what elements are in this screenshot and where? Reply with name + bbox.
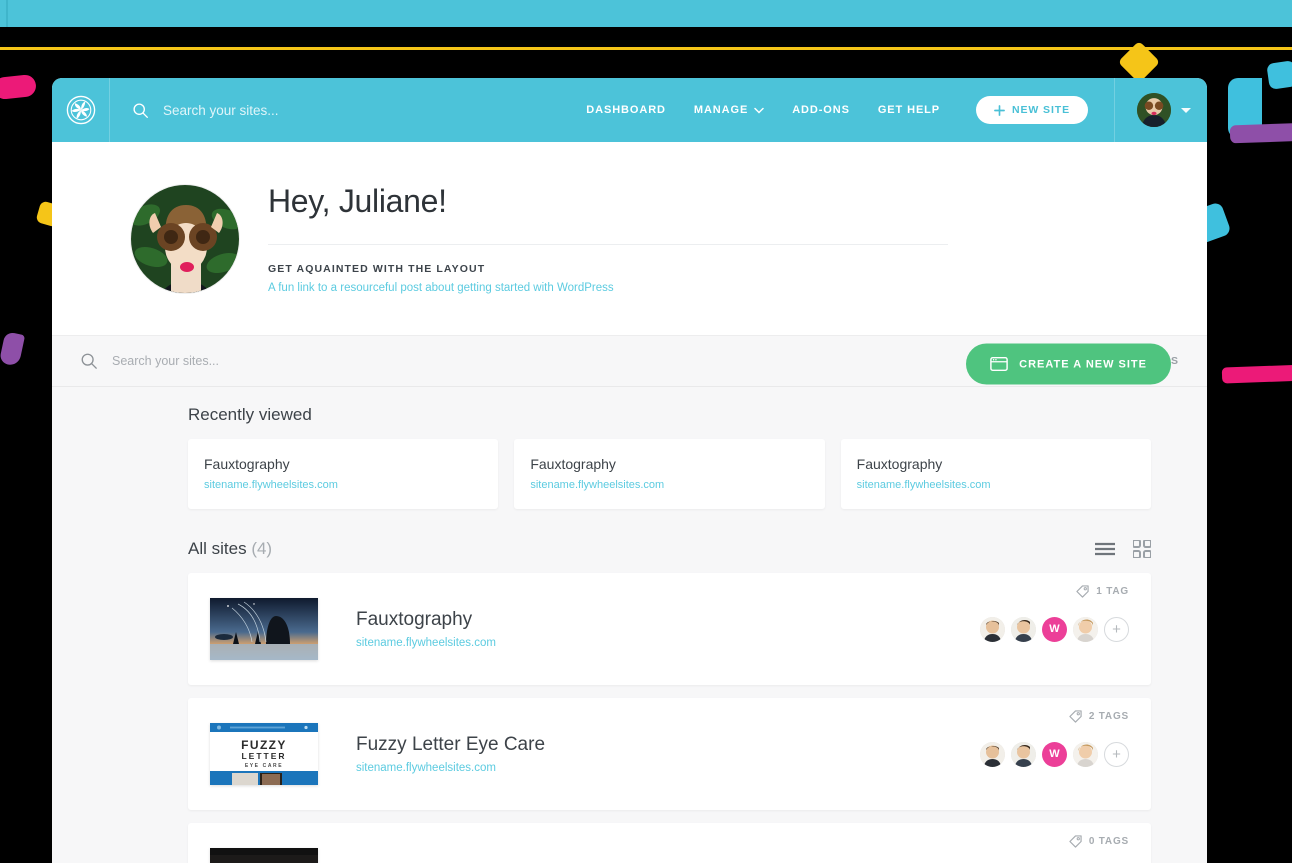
tag-count: 2 TAGS	[1088, 711, 1129, 722]
greeting-kicker: GET AQUAINTED WITH THE LAYOUT	[268, 263, 486, 275]
profile-avatar	[130, 183, 240, 294]
new-site-button[interactable]: NEW SITE	[976, 96, 1088, 124]
avatar-initial[interactable]: W	[1042, 741, 1067, 767]
tag-icon	[1069, 710, 1082, 723]
site-name: Fauxtography	[856, 456, 943, 472]
table-row[interactable]: Wine 0 TAGS	[188, 823, 1151, 863]
all-sites-header: All sites (4)	[188, 539, 1151, 559]
svg-text:FUZZY: FUZZY	[241, 738, 287, 752]
header-search[interactable]	[110, 102, 586, 119]
all-sites-label: All sites	[188, 539, 247, 558]
decor-purple-bar	[1229, 122, 1292, 144]
site-thumbnail: FUZZY LETTER EYE CARE	[210, 723, 318, 785]
greeting-section: Hey, Juliane! GET AQUAINTED WITH THE LAY…	[52, 142, 1207, 385]
plus-icon	[994, 104, 1005, 116]
site-url: sitename.flywheelsites.com	[356, 637, 496, 649]
decor-pink-blob	[0, 73, 38, 101]
tag-icon	[1076, 585, 1089, 598]
site-url: sitename.flywheelsites.com	[530, 479, 665, 491]
user-menu[interactable]	[1114, 78, 1207, 142]
search-icon	[81, 353, 97, 369]
flywheel-logo-icon	[66, 95, 95, 125]
nav-item-dashboard[interactable]: DASHBOARD	[586, 104, 666, 116]
grid-view-icon[interactable]	[1133, 540, 1151, 558]
tag-icon	[1069, 835, 1082, 848]
site-url: sitename.flywheelsites.com	[856, 479, 991, 491]
sites-search-input[interactable]	[112, 354, 372, 368]
page-title: Hey, Juliane!	[268, 183, 447, 219]
status-badge[interactable]: 1 TAG	[1076, 585, 1129, 598]
site-name: Fauxtography	[356, 609, 473, 630]
decor-cyan-square-top-right	[1266, 60, 1292, 90]
site-name: Fauxtography	[204, 456, 290, 472]
screenshot-stage: DASHBOARD MANAGE ADD-ONS GET HELP	[0, 0, 1292, 863]
recently-viewed-title: Recently viewed	[188, 405, 312, 424]
site-url: sitename.flywheelsites.com	[356, 762, 496, 774]
header-nav: DASHBOARD MANAGE ADD-ONS GET HELP NEW SI…	[586, 96, 1100, 124]
site-thumbnail: Wine	[210, 848, 318, 863]
app-header: DASHBOARD MANAGE ADD-ONS GET HELP	[52, 78, 1207, 142]
list-item[interactable]: Fauxtography sitename.flywheelsites.com	[514, 439, 825, 509]
recently-viewed-list: Fauxtography sitename.flywheelsites.com …	[188, 439, 1151, 509]
nav-label: ADD-ONS	[792, 104, 850, 116]
avatar[interactable]	[1011, 616, 1036, 642]
site-info: Fauxtography sitename.flywheelsites.com	[356, 609, 980, 649]
list-item[interactable]: Fauxtography sitename.flywheelsites.com	[188, 439, 499, 509]
header-search-input[interactable]	[163, 102, 463, 118]
divider	[268, 244, 948, 245]
site-name: Fauxtography	[530, 456, 616, 472]
tag-count: 0 TAGS	[1088, 836, 1129, 847]
all-sites-count: (4)	[251, 539, 273, 558]
avatar[interactable]	[980, 616, 1005, 642]
nav-item-add-ons[interactable]: ADD-ONS	[792, 104, 850, 116]
avatar[interactable]	[980, 741, 1005, 767]
decor-yellow-rule	[0, 47, 1292, 50]
decor-pink-bar-right	[1221, 364, 1292, 384]
chevron-down-icon	[754, 107, 764, 114]
add-collaborator-button[interactable]: +	[1104, 616, 1129, 642]
table-row[interactable]: FUZZY LETTER EYE CARE Fuzzy Letter Eye C…	[188, 698, 1151, 810]
svg-text:LETTER: LETTER	[241, 751, 286, 761]
collaborator-avatars: W +	[980, 741, 1129, 767]
sites-search[interactable]	[80, 352, 1073, 370]
avatar[interactable]	[1011, 741, 1036, 767]
nav-label: GET HELP	[877, 104, 941, 116]
create-site-label: CREATE A NEW SITE	[1019, 358, 1147, 370]
tag-count: 1 TAG	[1096, 586, 1129, 597]
sites-content: Recently viewed Fauxtography sitename.fl…	[52, 387, 1207, 863]
view-toggles	[1095, 540, 1151, 558]
all-sites-title: All sites (4)	[188, 539, 272, 559]
decor-top-cyan-bar	[0, 0, 1292, 27]
status-badge[interactable]: 0 TAGS	[1069, 835, 1129, 848]
svg-text:EYE CARE: EYE CARE	[245, 763, 283, 769]
browser-window-icon	[990, 356, 1008, 372]
collaborator-avatars: W +	[980, 616, 1129, 642]
site-info: Fuzzy Letter Eye Care sitename.flywheels…	[356, 734, 980, 774]
list-view-icon[interactable]	[1095, 542, 1115, 556]
avatar[interactable]	[1073, 741, 1098, 767]
nav-item-manage[interactable]: MANAGE	[694, 104, 764, 116]
app-window: DASHBOARD MANAGE ADD-ONS GET HELP	[52, 78, 1207, 863]
search-icon	[133, 102, 148, 118]
logo-cell[interactable]	[52, 78, 110, 142]
status-badge[interactable]: 2 TAGS	[1069, 710, 1129, 723]
decor-purple-shape-left	[0, 331, 26, 367]
table-row[interactable]: Fauxtography sitename.flywheelsites.com …	[188, 573, 1151, 685]
site-url: sitename.flywheelsites.com	[204, 479, 338, 491]
site-name: Fuzzy Letter Eye Care	[356, 734, 546, 755]
nav-label: DASHBOARD	[586, 104, 666, 116]
avatar	[1137, 93, 1171, 127]
chevron-down-icon	[1181, 107, 1191, 113]
nav-label: MANAGE	[693, 104, 749, 116]
greeting-text: Hey, Juliane! GET AQUAINTED WITH THE LAY…	[268, 183, 948, 294]
site-thumbnail	[210, 598, 318, 660]
list-item[interactable]: Fauxtography sitename.flywheelsites.com	[840, 439, 1151, 509]
add-collaborator-button[interactable]: +	[1104, 741, 1129, 767]
avatar-initial[interactable]: W	[1042, 616, 1067, 642]
create-a-new-site-button[interactable]: CREATE A NEW SITE	[966, 343, 1171, 385]
greeting-link[interactable]: A fun link to a resourceful post about g…	[268, 282, 948, 294]
nav-item-get-help[interactable]: GET HELP	[878, 104, 940, 116]
avatar[interactable]	[1073, 616, 1098, 642]
new-site-label: NEW SITE	[1012, 104, 1070, 116]
